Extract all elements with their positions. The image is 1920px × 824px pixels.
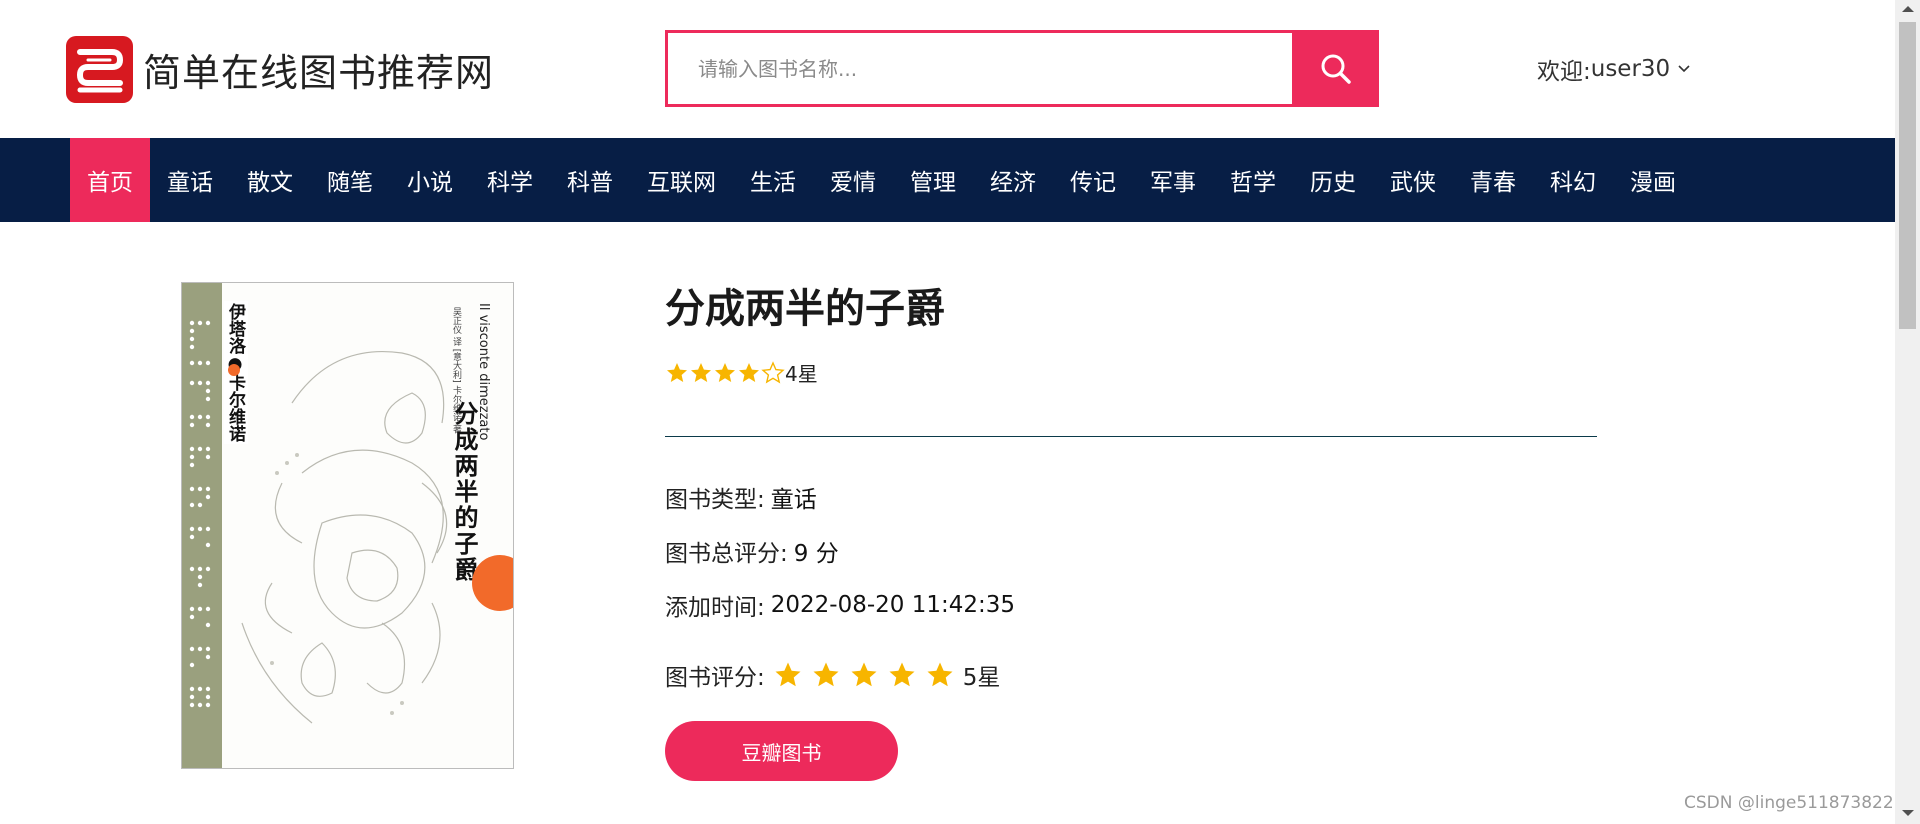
- added-time-label: 添加时间:: [665, 595, 765, 621]
- nav-item[interactable]: 管理: [893, 138, 973, 222]
- book-type-value: 童话: [770, 487, 817, 513]
- site-logo[interactable]: 简单在线图书推荐网: [66, 36, 494, 103]
- divider: [665, 436, 1597, 437]
- star-empty-icon: [761, 360, 785, 383]
- search-input[interactable]: [665, 30, 1292, 107]
- added-time-value: 2022-08-20 11:42:35: [770, 592, 1016, 618]
- nav-item[interactable]: 经济: [973, 138, 1053, 222]
- nav-item[interactable]: 首页: [70, 138, 150, 222]
- book-logo-icon: [66, 36, 133, 103]
- rate-star-icon[interactable]: [773, 660, 803, 690]
- nav-item[interactable]: 散文: [230, 138, 310, 222]
- user-menu[interactable]: 欢迎: user30: [1537, 52, 1690, 86]
- rate-star-icon[interactable]: [887, 660, 917, 690]
- book-cover: 伊塔洛●卡尔维诺 Il visconte dimezzato 吴正仪 译 [意大…: [181, 282, 514, 769]
- greeting-label: 欢迎:: [1537, 59, 1591, 85]
- average-rating-text: 4星: [785, 362, 818, 386]
- book-score-value: 9 分: [793, 541, 839, 567]
- star-filled-icon: [667, 362, 687, 382]
- average-rating-stars: [665, 360, 785, 385]
- star-filled-icon: [691, 362, 711, 382]
- username: user30: [1590, 56, 1671, 82]
- nav-item[interactable]: 历史: [1293, 138, 1373, 222]
- nav-item[interactable]: 传记: [1053, 138, 1133, 222]
- book-type-row: 图书类型: 童话: [665, 480, 817, 514]
- page-scrollbar[interactable]: [1895, 0, 1920, 824]
- book-title: 分成两半的子爵: [665, 286, 945, 332]
- site-title: 简单在线图书推荐网: [143, 51, 495, 95]
- user-rating-stars: [773, 660, 963, 690]
- rate-star-icon[interactable]: [849, 660, 879, 690]
- scroll-up-icon[interactable]: [1902, 6, 1914, 12]
- user-rating-label: 图书评分:: [665, 665, 765, 691]
- nav-item[interactable]: 武侠: [1373, 138, 1453, 222]
- category-nav-list: 首页 童话 散文 随笔 小说 科学 科普 互联网 生活 爱情 管理 经济 传记 军事 哲学 历史 武侠 青春 科幻漫…: [70, 138, 1693, 222]
- nav-item[interactable]: 青春: [1453, 138, 1533, 222]
- nav-item[interactable]: 互联网: [630, 138, 733, 222]
- nav-item[interactable]: 科普: [550, 138, 630, 222]
- average-rating: 4星: [665, 358, 818, 387]
- nav-item[interactable]: 漫画: [1613, 138, 1693, 222]
- chevron-down-icon: [1678, 65, 1690, 73]
- nav-item[interactable]: 军事: [1133, 138, 1213, 222]
- added-time-row: 添加时间: 2022-08-20 11:42:35: [665, 588, 1015, 622]
- book-type-label: 图书类型:: [665, 487, 765, 513]
- rate-star-icon[interactable]: [811, 660, 841, 690]
- user-rating-row: 图书评分: 5星: [665, 658, 1000, 692]
- nav-item[interactable]: 爱情: [813, 138, 893, 222]
- book-score-row: 图书总评分: 9 分: [665, 534, 839, 568]
- nav-item[interactable]: 科学: [470, 138, 550, 222]
- search-button[interactable]: [1292, 30, 1379, 107]
- nav-item[interactable]: 科幻: [1533, 138, 1613, 222]
- nav-item[interactable]: 随笔: [310, 138, 390, 222]
- nav-item[interactable]: 生活: [733, 138, 813, 222]
- nav-item[interactable]: 哲学: [1213, 138, 1293, 222]
- book-score-label: 图书总评分:: [665, 541, 788, 567]
- search-icon: [1321, 54, 1351, 84]
- category-nav: 首页 童话 散文 随笔 小说 科学 科普 互联网 生活 爱情 管理 经济 传记 军事 哲学 历史 武侠 青春 科幻漫…: [0, 138, 1895, 222]
- site-header: 简单在线图书推荐网 欢迎: user30: [0, 0, 1895, 138]
- scroll-down-icon[interactable]: [1902, 810, 1914, 816]
- nav-item[interactable]: 童话: [150, 138, 230, 222]
- douban-book-button[interactable]: 豆瓣图书: [665, 721, 898, 781]
- rate-star-icon[interactable]: [925, 660, 955, 690]
- watermark: CSDN @linge511873822: [1684, 793, 1894, 813]
- nav-item[interactable]: 小说: [390, 138, 470, 222]
- user-rating-text: 5星: [962, 665, 1001, 691]
- star-filled-icon: [739, 362, 759, 382]
- scroll-thumb[interactable]: [1899, 22, 1916, 329]
- search-form: [665, 30, 1379, 107]
- star-filled-icon: [715, 362, 735, 382]
- cover-title: 分成两半的子爵: [450, 401, 479, 583]
